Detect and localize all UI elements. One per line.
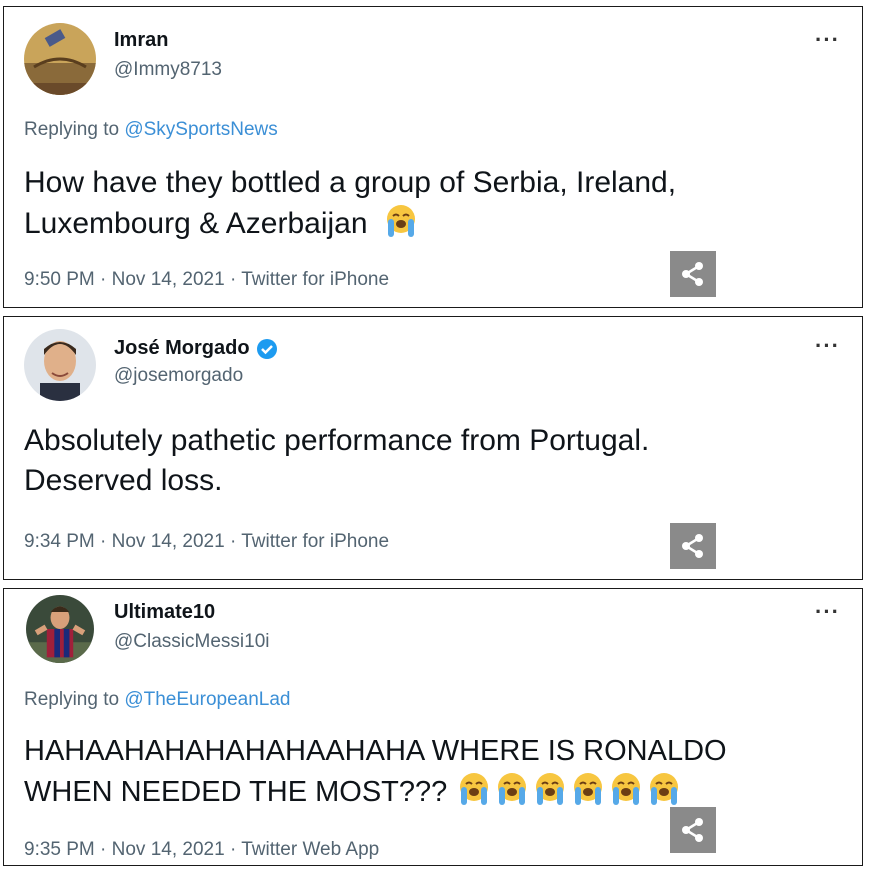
mention-link[interactable]: @TheEuropeanLad: [124, 689, 290, 710]
replying-to: Replying to @SkySportsNews: [24, 119, 278, 141]
avatar[interactable]: [24, 329, 96, 401]
loudly-crying-face-icon: [574, 773, 603, 805]
tweet-card[interactable]: José Morgado @josemorgado ··· Absolutely…: [3, 316, 863, 580]
user-handle[interactable]: @ClassicMessi10i: [114, 631, 270, 653]
display-name[interactable]: Ultimate10: [114, 601, 215, 624]
tweet-timestamp[interactable]: 9:35 PM · Nov 14, 2021 · Twitter Web App: [24, 839, 379, 861]
tweet-text-line: Deserved loss.: [24, 464, 223, 497]
loudly-crying-face-icon: [612, 773, 641, 805]
loudly-crying-face-icon: [460, 773, 489, 805]
loudly-crying-face-icon: [650, 773, 679, 805]
display-name[interactable]: José Morgado: [114, 337, 278, 360]
replying-to-label: Replying to: [24, 689, 125, 710]
more-options-icon[interactable]: ···: [815, 599, 840, 625]
tweet-timestamp[interactable]: 9:34 PM · Nov 14, 2021 · Twitter for iPh…: [24, 531, 389, 553]
loudly-crying-face-icon: [498, 773, 527, 805]
user-handle[interactable]: @josemorgado: [114, 365, 243, 387]
mention-link[interactable]: @SkySportsNews: [124, 119, 277, 140]
tweet-card[interactable]: Imran @Immy8713 ··· Replying to @SkySpor…: [3, 6, 863, 308]
tweet-text-line: How have they bottled a group of Serbia,…: [24, 166, 677, 199]
loudly-crying-face-icon: [536, 773, 565, 805]
more-options-icon[interactable]: ···: [815, 333, 840, 359]
avatar[interactable]: [24, 23, 96, 95]
display-name[interactable]: Imran: [114, 29, 168, 52]
tweet-text: HAHAAHAHAHAHAHAAHAHA WHERE IS RONALDO WH…: [24, 731, 844, 812]
verified-badge-icon: [256, 338, 277, 359]
user-handle[interactable]: @Immy8713: [114, 59, 222, 81]
tweet-text-line: HAHAAHAHAHAHAHAAHAHA WHERE IS RONALDO: [24, 735, 727, 767]
tweet-card[interactable]: Ultimate10 @ClassicMessi10i ··· Replying…: [3, 588, 863, 866]
tweet-text: How have they bottled a group of Serbia,…: [24, 163, 844, 244]
more-options-icon[interactable]: ···: [815, 27, 840, 53]
tweet-text-line: WHEN NEEDED THE MOST???: [24, 776, 448, 808]
replying-to-label: Replying to: [24, 119, 125, 140]
tweet-timestamp[interactable]: 9:50 PM · Nov 14, 2021 · Twitter for iPh…: [24, 269, 389, 291]
tweet-text: Absolutely pathetic performance from Por…: [24, 421, 844, 501]
emoji-group: [447, 773, 683, 808]
tweet-text-line: Absolutely pathetic performance from Por…: [24, 424, 650, 457]
loudly-crying-face-icon: [386, 205, 415, 237]
share-icon[interactable]: [670, 523, 716, 569]
share-icon[interactable]: [670, 807, 716, 853]
share-icon[interactable]: [670, 251, 716, 297]
avatar[interactable]: [26, 595, 94, 663]
replying-to: Replying to @TheEuropeanLad: [24, 689, 290, 711]
tweet-text-line: Luxembourg & Azerbaijan: [24, 207, 368, 240]
